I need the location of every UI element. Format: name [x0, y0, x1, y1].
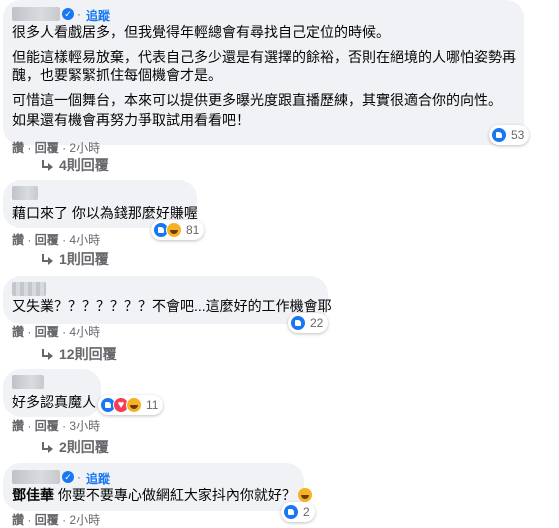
- reaction-summary[interactable]: 11: [98, 395, 164, 415]
- author-name-redacted[interactable]: [12, 282, 46, 296]
- follow-link[interactable]: 追蹤: [86, 470, 110, 487]
- like-reaction-icon: [283, 504, 299, 520]
- reaction-count: 53: [511, 128, 525, 142]
- comment-actions: 讚 · 回覆 · 4小時: [12, 233, 101, 247]
- reply-link[interactable]: 回覆: [35, 513, 59, 527]
- like-link[interactable]: 讚: [12, 233, 24, 247]
- like-link[interactable]: 讚: [12, 141, 24, 155]
- haha-reaction-icon: [126, 397, 142, 413]
- timestamp[interactable]: 3小時: [69, 419, 100, 433]
- comment-line: 很多人看戲居多，但我覺得年輕總會有尋找自己定位的時候。: [12, 24, 390, 40]
- comment-line: 又失業？？？？？？？不會吧...這麼好的工作機會耶: [12, 298, 332, 314]
- reply-link[interactable]: 回覆: [35, 141, 59, 155]
- reaction-count: 2: [303, 505, 310, 519]
- reply-arrow-icon: [41, 254, 53, 265]
- grinning-emoji-icon: [297, 488, 312, 502]
- view-replies-link[interactable]: 12則回覆: [41, 344, 117, 364]
- reaction-count: 81: [186, 223, 200, 237]
- timestamp[interactable]: 4小時: [69, 233, 100, 247]
- like-link[interactable]: 讚: [12, 419, 24, 433]
- author-name-redacted[interactable]: [12, 186, 38, 200]
- reply-arrow-icon: [41, 442, 53, 453]
- like-link[interactable]: 讚: [12, 513, 24, 527]
- verified-badge-icon: ✓: [62, 8, 74, 20]
- view-replies-link[interactable]: 4則回覆: [41, 155, 109, 175]
- reply-arrow-icon: [41, 160, 53, 171]
- reaction-count: 22: [310, 316, 324, 330]
- verified-badge-icon: ✓: [62, 471, 74, 483]
- view-replies-link[interactable]: 2則回覆: [41, 437, 109, 457]
- reply-link[interactable]: 回覆: [35, 325, 59, 339]
- view-replies-link[interactable]: 1則回覆: [41, 249, 109, 269]
- follow-link[interactable]: 追蹤: [86, 7, 110, 24]
- reaction-summary[interactable]: 81: [151, 220, 205, 240]
- mention-tag[interactable]: 鄧佳華: [12, 487, 54, 503]
- author-name-redacted[interactable]: [12, 375, 44, 389]
- comment-actions: 讚 · 回覆 · 4小時: [12, 325, 101, 339]
- comment-line: 醜，也要緊緊抓住每個機會才是。: [12, 67, 222, 83]
- reaction-summary[interactable]: 22: [288, 313, 329, 333]
- reaction-count: 11: [146, 398, 159, 412]
- comment-actions: 讚 · 回覆 · 2小時: [12, 513, 101, 527]
- comment-line: 如果還有機會再努力爭取試用看看吧！: [12, 112, 250, 128]
- reply-link[interactable]: 回覆: [35, 233, 59, 247]
- reaction-summary[interactable]: 53: [489, 125, 530, 145]
- haha-reaction-icon: [166, 222, 182, 238]
- like-link[interactable]: 讚: [12, 325, 24, 339]
- separator-dot: ·: [77, 7, 81, 21]
- separator-dot: ·: [77, 470, 81, 484]
- like-reaction-icon: [491, 127, 507, 143]
- reaction-summary[interactable]: 2: [281, 502, 315, 522]
- author-name-redacted[interactable]: [12, 470, 60, 484]
- comment-line: 可惜這一個舞台，本來可以提供更多曝光度跟直播歷練，其實很適合你的向性。: [12, 92, 502, 108]
- like-reaction-icon: [290, 315, 306, 331]
- comment-line: 但能這樣輕易放棄，代表自己多少還是有選擇的餘裕，否則在絕境的人哪怕姿勢再: [12, 49, 516, 65]
- author-name-redacted[interactable]: [12, 7, 60, 21]
- comment-line: 鄧佳華 你要不要專心做網紅大家抖內你就好？: [12, 486, 312, 505]
- reply-link[interactable]: 回覆: [35, 419, 59, 433]
- timestamp[interactable]: 2小時: [69, 513, 100, 527]
- timestamp[interactable]: 2小時: [69, 141, 100, 155]
- timestamp[interactable]: 4小時: [69, 325, 100, 339]
- comment-actions: 讚 · 回覆 · 2小時: [12, 141, 101, 155]
- comment-actions: 讚 · 回覆 · 3小時: [12, 419, 101, 433]
- comment-line: 好多認真魔人: [12, 394, 96, 410]
- reply-arrow-icon: [41, 349, 53, 360]
